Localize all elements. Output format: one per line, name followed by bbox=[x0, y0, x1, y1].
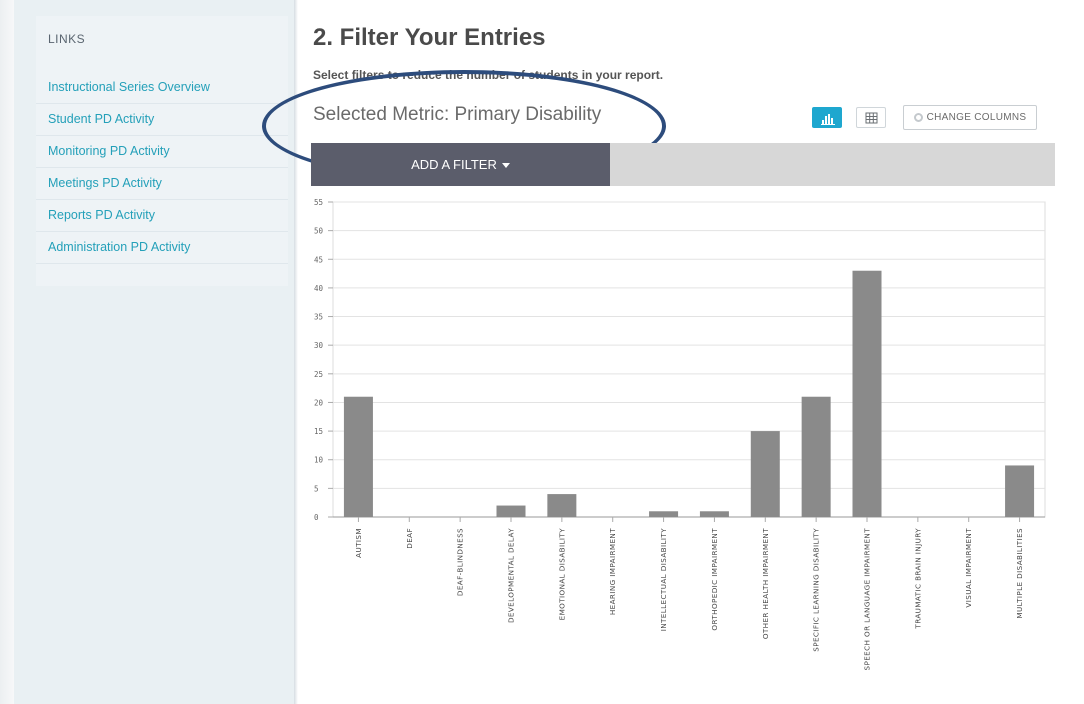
y-tick-label: 0 bbox=[314, 513, 319, 522]
y-tick-label: 30 bbox=[314, 341, 324, 350]
x-tick-label: DEAF-BLINDNESS bbox=[456, 528, 465, 596]
x-tick-label: SPEECH OR LANGUAGE IMPAIRMENT bbox=[863, 528, 872, 671]
bar-autism bbox=[343, 396, 373, 517]
x-tick-label: EMOTIONAL DISABILITY bbox=[557, 528, 566, 621]
y-tick-label: 20 bbox=[314, 398, 324, 407]
x-tick-label: SPECIFIC LEARNING DISABILITY bbox=[812, 528, 821, 652]
bar-other-health-impairment bbox=[750, 431, 780, 517]
x-tick-label: VISUAL IMPAIRMENT bbox=[964, 528, 973, 608]
plot-area bbox=[332, 201, 1046, 518]
y-tick-label: 55 bbox=[314, 198, 323, 207]
y-tick-label: 25 bbox=[314, 370, 323, 379]
y-tick-label: 5 bbox=[314, 484, 319, 493]
x-tick-label: OTHER HEALTH IMPAIRMENT bbox=[761, 528, 770, 639]
bar-multiple-disabilities bbox=[1005, 465, 1035, 517]
x-tick-label: DEAF bbox=[405, 528, 414, 549]
primary-disability-chart: 0 5 10 15 20 25 30 35 40 45 50 55 AUTISM DEAF DEAF-BLI… bbox=[314, 198, 1046, 671]
bar-developmental-delay bbox=[496, 505, 526, 517]
x-tick-label: HEARING IMPAIRMENT bbox=[608, 528, 617, 615]
bar-orthopedic-impairment bbox=[699, 511, 729, 517]
x-tick-label: MULTIPLE DISABILITIES bbox=[1015, 528, 1024, 619]
y-tick-label: 40 bbox=[314, 284, 324, 293]
bar-specific-learning-disability bbox=[801, 396, 831, 517]
x-tick-label: INTELLECTUAL DISABILITY bbox=[659, 528, 668, 631]
bar-speech-or-language-impairment bbox=[852, 270, 882, 517]
y-tick-label: 35 bbox=[314, 313, 323, 322]
x-tick-label: ORTHOPEDIC IMPAIRMENT bbox=[710, 528, 719, 631]
y-tick-label: 50 bbox=[314, 227, 324, 236]
x-tick-label: AUTISM bbox=[354, 528, 363, 558]
y-tick-label: 10 bbox=[314, 456, 324, 465]
bar-intellectual-disability bbox=[649, 511, 679, 517]
x-tick-label: DEVELOPMENTAL DELAY bbox=[507, 528, 516, 623]
y-tick-label: 15 bbox=[314, 427, 323, 436]
y-tick-label: 45 bbox=[314, 255, 323, 264]
bar-emotional-disability bbox=[547, 494, 577, 517]
x-tick-label: TRAUMATIC BRAIN INJURY bbox=[913, 528, 922, 630]
